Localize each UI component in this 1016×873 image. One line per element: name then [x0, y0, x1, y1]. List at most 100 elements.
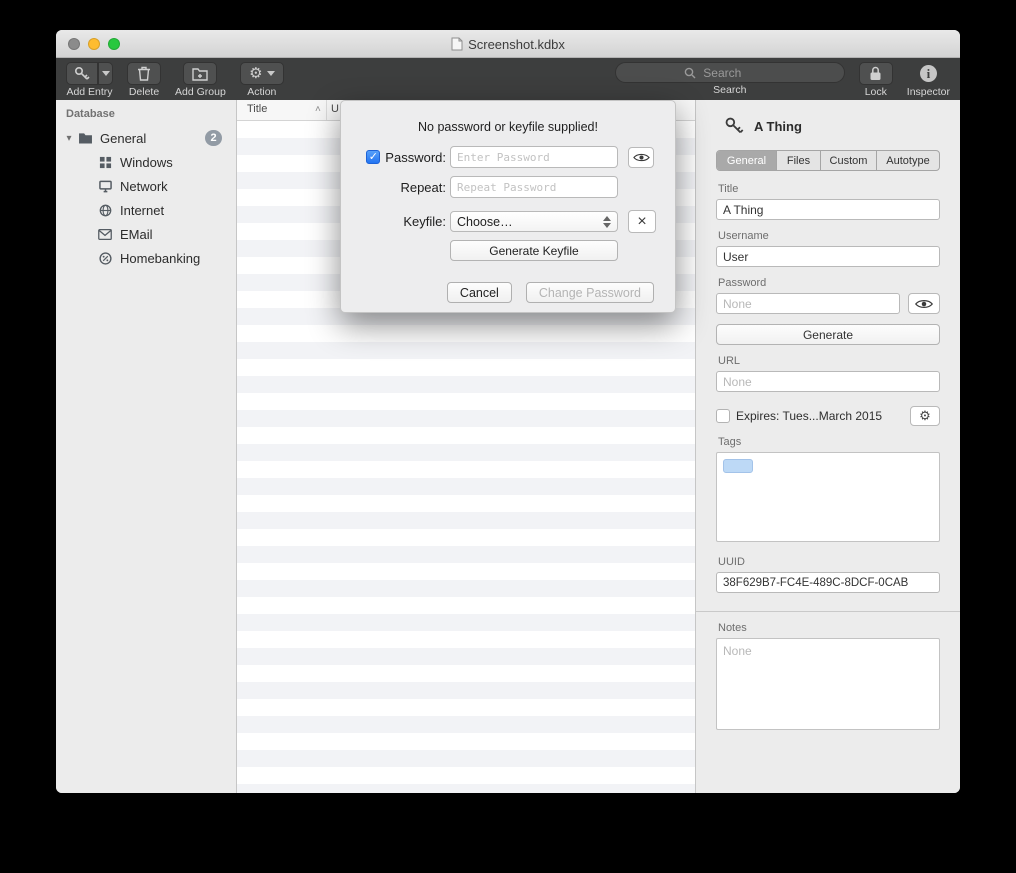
add-entry-button[interactable]	[66, 62, 113, 85]
sidebar-header: Database	[56, 108, 236, 126]
password-row: ✓ Password:	[341, 146, 675, 168]
keyfile-label: Keyfile:	[403, 214, 446, 229]
search-field[interactable]	[615, 62, 845, 83]
password-input[interactable]	[450, 146, 618, 168]
key-plus-icon[interactable]	[66, 62, 98, 85]
inspector-divider	[696, 611, 960, 612]
computer-icon	[96, 180, 114, 193]
add-entry-label: Add Entry	[66, 87, 112, 98]
add-group-button[interactable]	[183, 62, 217, 85]
coin-icon	[96, 252, 114, 265]
add-entry-dropdown[interactable]	[98, 62, 113, 85]
column-divider[interactable]	[326, 100, 327, 120]
sidebar-item-general[interactable]: ▾ General 2	[56, 126, 236, 150]
tab-general[interactable]: General	[717, 151, 777, 170]
folder-icon	[76, 132, 94, 144]
sidebar: Database ▾ General 2 Windows	[56, 100, 237, 793]
globe-icon	[96, 204, 114, 217]
dialog-message: No password or keyfile supplied!	[341, 120, 675, 134]
action-label: Action	[247, 87, 276, 98]
chevron-down-icon	[102, 71, 110, 76]
popup-stepper-icon	[603, 216, 611, 228]
desktop: Screenshot.kdbx Add Entry	[0, 0, 1016, 873]
window-title: Screenshot.kdbx	[468, 37, 565, 52]
inspector-header: A Thing	[724, 116, 940, 136]
generate-button[interactable]: Generate	[716, 324, 940, 345]
search-tool: Search	[615, 62, 845, 96]
sidebar-item-label: EMail	[120, 227, 153, 242]
sidebar-item-windows[interactable]: Windows	[56, 150, 236, 174]
action-button[interactable]: ⚙	[240, 62, 284, 85]
sidebar-item-internet[interactable]: Internet	[56, 198, 236, 222]
sidebar-item-homebanking[interactable]: Homebanking	[56, 246, 236, 270]
lock-button[interactable]	[859, 62, 893, 85]
tab-files[interactable]: Files	[777, 151, 821, 170]
add-group-label: Add Group	[175, 87, 226, 98]
delete-tool: Delete	[127, 62, 161, 98]
add-entry-tool: Add Entry	[66, 62, 113, 98]
inspector-panel: A Thing General Files Custom Autotype Ti…	[696, 100, 960, 793]
expires-label: Expires: Tues...March 2015	[736, 409, 904, 423]
eye-icon	[915, 298, 933, 310]
gear-icon: ⚙	[249, 66, 262, 81]
app-window: Screenshot.kdbx Add Entry	[56, 30, 960, 793]
column-header-title[interactable]: Title	[247, 103, 267, 115]
password-dialog: No password or keyfile supplied! ✓ Passw…	[340, 100, 676, 313]
expires-row: Expires: Tues...March 2015 ⚙	[716, 406, 940, 426]
url-field[interactable]	[716, 371, 940, 392]
inspector-button[interactable]: i	[911, 62, 945, 85]
keyfile-value: Choose…	[457, 215, 513, 229]
cancel-button[interactable]: Cancel	[447, 282, 512, 303]
inspector-tabs: General Files Custom Autotype	[716, 150, 940, 171]
title-field[interactable]	[716, 199, 940, 220]
sidebar-item-label: General	[100, 131, 146, 146]
generate-keyfile-button[interactable]: Generate Keyfile	[450, 240, 618, 261]
inspector-tool: i Inspector	[907, 62, 950, 98]
username-field-label: Username	[718, 230, 940, 242]
keyfile-popup[interactable]: Choose…	[450, 211, 618, 232]
entry-count-badge: 2	[205, 130, 222, 146]
password-checkbox[interactable]: ✓	[366, 150, 380, 164]
disclosure-triangle-icon[interactable]: ▾	[62, 133, 76, 144]
lock-icon	[869, 66, 882, 81]
notes-label: Notes	[718, 622, 940, 634]
lock-label: Lock	[865, 87, 887, 98]
column-header-username[interactable]: U	[331, 103, 339, 115]
tag-chip[interactable]	[723, 459, 753, 473]
search-input[interactable]	[701, 65, 775, 81]
uuid-field[interactable]	[716, 572, 940, 593]
gear-icon: ⚙	[919, 408, 931, 424]
uuid-label: UUID	[718, 556, 940, 568]
username-field[interactable]	[716, 246, 940, 267]
repeat-row: Repeat:	[341, 176, 675, 198]
sidebar-item-label: Windows	[120, 155, 173, 170]
expires-settings-button[interactable]: ⚙	[910, 406, 940, 426]
notes-field[interactable]: None	[716, 638, 940, 730]
key-icon	[724, 116, 744, 136]
password-field[interactable]	[716, 293, 900, 314]
info-icon: i	[920, 65, 937, 82]
tags-label: Tags	[718, 436, 940, 448]
reveal-password-button[interactable]	[628, 147, 654, 168]
change-password-button[interactable]: Change Password	[526, 282, 654, 303]
sidebar-item-email[interactable]: EMail	[56, 222, 236, 246]
expires-checkbox[interactable]	[716, 409, 730, 423]
envelope-icon	[96, 229, 114, 240]
title-bar[interactable]: Screenshot.kdbx	[56, 30, 960, 58]
sidebar-item-network[interactable]: Network	[56, 174, 236, 198]
toolbar: Add Entry Delete Add Group	[56, 58, 960, 100]
sidebar-item-label: Internet	[120, 203, 164, 218]
clear-keyfile-button[interactable]: ×	[628, 210, 656, 233]
tags-field[interactable]	[716, 452, 940, 542]
password-label: Password:	[385, 150, 446, 165]
close-x-icon: ×	[637, 213, 646, 231]
windows-icon	[96, 156, 114, 169]
tab-autotype[interactable]: Autotype	[877, 151, 939, 170]
repeat-input[interactable]	[450, 176, 618, 198]
tab-custom[interactable]: Custom	[821, 151, 877, 170]
sort-ascending-icon: ˄	[315, 104, 321, 115]
delete-button[interactable]	[127, 62, 161, 85]
entry-title: A Thing	[754, 119, 802, 134]
chevron-down-icon	[267, 71, 275, 76]
reveal-password-button[interactable]	[908, 293, 940, 314]
